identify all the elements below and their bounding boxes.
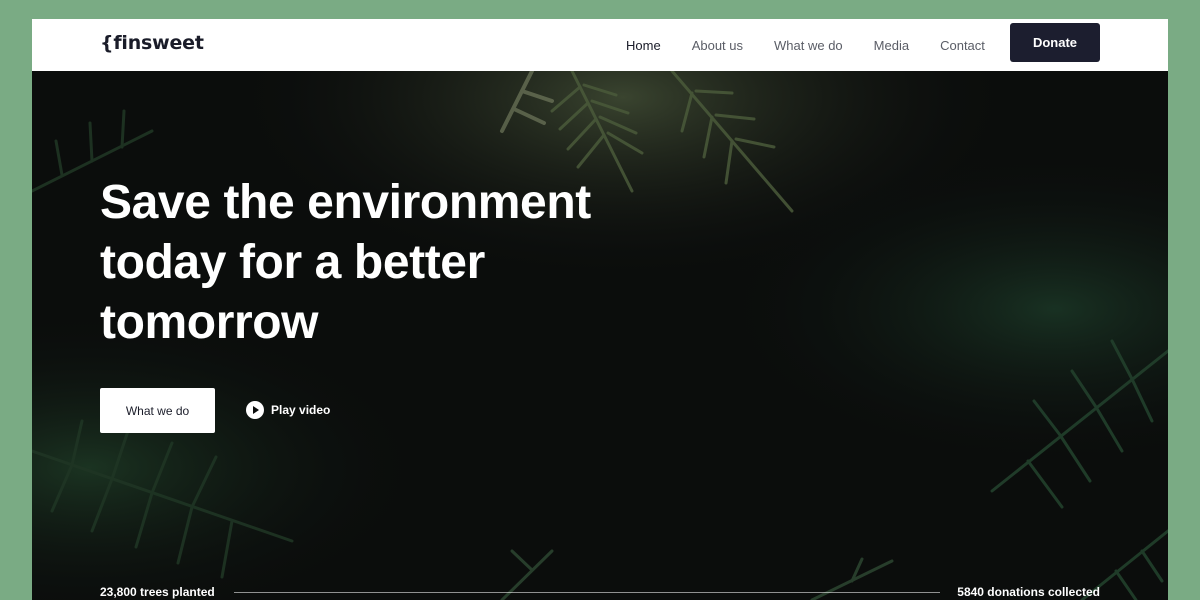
donate-button[interactable]: Donate <box>1010 23 1100 62</box>
donations-collected-stat: 5840 donations collected <box>957 585 1100 599</box>
hero-section: Save the environment today for a better … <box>32 71 1168 600</box>
navbar: {finsweet Home About us What we do Media… <box>32 19 1168 71</box>
nav-link-media[interactable]: Media <box>874 38 909 53</box>
hero-headline: Save the environment today for a better … <box>100 173 660 353</box>
stats-divider <box>234 592 940 593</box>
play-icon <box>246 401 264 419</box>
site-frame: {finsweet Home About us What we do Media… <box>32 19 1168 600</box>
headline-line-1: Save the environment <box>100 176 591 229</box>
headline-line-2: today for a better <box>100 236 485 289</box>
what-we-do-button[interactable]: What we do <box>100 388 215 433</box>
nav-link-home[interactable]: Home <box>626 38 661 53</box>
trees-planted-stat: 23,800 trees planted <box>100 585 215 599</box>
finsweet-logo[interactable]: {finsweet <box>100 32 204 54</box>
nav-link-contact[interactable]: Contact <box>940 38 985 53</box>
play-video-label: Play video <box>271 403 331 417</box>
headline-line-3: tomorrow <box>100 296 319 349</box>
nav-link-what-we-do[interactable]: What we do <box>774 38 843 53</box>
nav-links: Home About us What we do Media Contact <box>626 19 1016 71</box>
nav-link-about-us[interactable]: About us <box>692 38 743 53</box>
play-video-link[interactable]: Play video <box>246 401 330 419</box>
